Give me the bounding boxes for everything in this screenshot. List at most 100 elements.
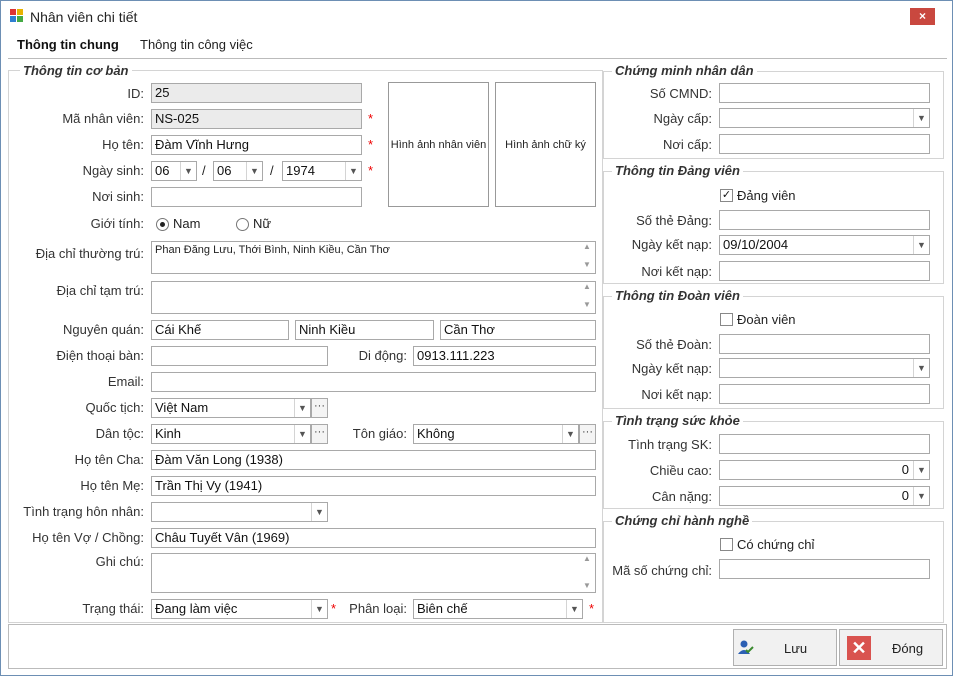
- mobile-label: Di động:: [358, 348, 407, 363]
- chevron-down-icon: ▼: [294, 399, 310, 417]
- id-field: 25: [151, 83, 362, 103]
- birthplace-field[interactable]: [151, 187, 362, 207]
- has-certificate-checkbox[interactable]: [720, 538, 733, 551]
- union-member-label[interactable]: Đoàn viên: [737, 312, 796, 327]
- id-issue-date-label: Ngày cấp:: [653, 111, 712, 126]
- nationality-more-button[interactable]: ···: [311, 398, 328, 418]
- weight-spinner[interactable]: 0 ▼: [719, 486, 930, 506]
- height-spinner[interactable]: 0 ▼: [719, 460, 930, 480]
- union-card-label: Số thẻ Đoàn:: [636, 337, 712, 352]
- chevron-down-icon: ▼: [913, 461, 929, 479]
- scrollbar: ▲ ▼: [583, 242, 591, 269]
- home-phone-label: Điện thoại bàn:: [56, 348, 144, 363]
- party-card-field[interactable]: [719, 210, 930, 230]
- chevron-down-icon: ▼: [913, 487, 929, 505]
- title-bar: Nhân viên chi tiết ×: [1, 1, 952, 33]
- union-join-place-field[interactable]: [719, 384, 930, 404]
- scrollbar: ▲ ▼: [583, 282, 591, 309]
- window-close-button[interactable]: ×: [910, 8, 935, 25]
- union-join-date-label: Ngày kết nạp:: [631, 361, 712, 376]
- marital-status-select[interactable]: ▼: [151, 502, 328, 522]
- dob-label: Ngày sinh:: [82, 163, 144, 178]
- origin-province-field[interactable]: Cần Thơ: [440, 320, 596, 340]
- ethnic-more-button[interactable]: ···: [311, 424, 328, 444]
- id-issue-date-select[interactable]: ▼: [719, 108, 930, 128]
- health-status-field[interactable]: [719, 434, 930, 454]
- save-button[interactable]: Lưu: [733, 629, 837, 666]
- status-label: Trạng thái:: [82, 601, 144, 616]
- status-select[interactable]: Đang làm việc ▼: [151, 599, 328, 619]
- party-card-label: Số thẻ Đảng:: [636, 213, 712, 228]
- dob-year-select[interactable]: 1974 ▼: [282, 161, 362, 181]
- union-join-date-select[interactable]: ▼: [719, 358, 930, 378]
- party-member-checkbox[interactable]: ✓: [720, 189, 733, 202]
- mobile-field[interactable]: 0913.111.223: [413, 346, 596, 366]
- signature-image-box[interactable]: Hình ảnh chữ ký: [495, 82, 596, 207]
- spouse-field[interactable]: Châu Tuyết Vân (1969): [151, 528, 596, 548]
- chevron-down-icon: ▼: [913, 109, 929, 127]
- mother-field[interactable]: Trần Thị Vy (1941): [151, 476, 596, 496]
- origin-ward-field[interactable]: Cái Khế: [151, 320, 289, 340]
- employee-photo-box[interactable]: Hình ảnh nhân viên: [388, 82, 489, 207]
- email-field[interactable]: [151, 372, 596, 392]
- union-title: Thông tin Đoàn viên: [612, 288, 743, 303]
- certificate-code-field[interactable]: [719, 559, 930, 579]
- id-label: ID:: [127, 86, 144, 101]
- required-mark: *: [368, 111, 374, 126]
- id-issue-place-field[interactable]: [719, 134, 930, 154]
- tab-divider: [8, 58, 947, 59]
- chevron-down-icon: ▼: [566, 600, 582, 618]
- chevron-down-icon: ▼: [913, 359, 929, 377]
- note-field[interactable]: ▲ ▼: [151, 553, 596, 593]
- gender-female-radio[interactable]: [236, 218, 249, 231]
- union-member-checkbox[interactable]: [720, 313, 733, 326]
- gender-female-label[interactable]: Nữ: [253, 216, 271, 231]
- father-label: Họ tên Cha:: [74, 452, 144, 467]
- category-label: Phân loại:: [349, 601, 407, 616]
- close-button-label: Đóng: [892, 641, 924, 656]
- dob-day-select[interactable]: 06 ▼: [151, 161, 197, 181]
- nationality-select[interactable]: Việt Nam ▼: [151, 398, 311, 418]
- app-icon: [10, 9, 23, 22]
- close-button[interactable]: ✕ Đóng: [839, 629, 943, 666]
- gender-male-label[interactable]: Nam: [173, 216, 200, 231]
- temporary-address-field[interactable]: ▲ ▼: [151, 281, 596, 314]
- chevron-down-icon: ▼: [294, 425, 310, 443]
- required-mark: *: [331, 601, 337, 616]
- chevron-down-icon: ▼: [311, 503, 327, 521]
- origin-district-field[interactable]: Ninh Kiều: [295, 320, 434, 340]
- chevron-down-icon: ▼: [311, 600, 327, 618]
- gender-male-radio[interactable]: [156, 218, 169, 231]
- union-card-field[interactable]: [719, 334, 930, 354]
- father-field[interactable]: Đàm Văn Long (1938): [151, 450, 596, 470]
- employee-detail-window: Nhân viên chi tiết × Thông tin chung Thô…: [0, 0, 953, 676]
- religion-label: Tôn giáo:: [352, 426, 407, 441]
- save-button-label: Lưu: [784, 641, 808, 656]
- origin-label: Nguyên quán:: [63, 322, 144, 337]
- mother-label: Họ tên Mẹ:: [80, 478, 144, 493]
- tab-work-info[interactable]: Thông tin công việc: [134, 37, 259, 59]
- ethnic-label: Dân tộc:: [95, 426, 144, 441]
- employee-code-field[interactable]: NS-025: [151, 109, 362, 129]
- home-phone-field[interactable]: [151, 346, 328, 366]
- party-member-label[interactable]: Đảng viên: [737, 188, 796, 203]
- health-status-label: Tình trạng SK:: [628, 437, 712, 452]
- user-save-icon: [738, 640, 754, 654]
- dob-month-select[interactable]: 06 ▼: [213, 161, 263, 181]
- name-field[interactable]: Đàm Vĩnh Hưng: [151, 135, 362, 155]
- has-certificate-label[interactable]: Có chứng chỉ: [737, 537, 814, 552]
- id-number-field[interactable]: [719, 83, 930, 103]
- category-select[interactable]: Biên chế ▼: [413, 599, 583, 619]
- chevron-down-icon: ▼: [562, 425, 578, 443]
- chevron-down-icon: ▼: [246, 162, 262, 180]
- party-join-place-field[interactable]: [719, 261, 930, 281]
- gender-label: Giới tính:: [90, 216, 144, 231]
- religion-select[interactable]: Không ▼: [413, 424, 579, 444]
- ethnic-select[interactable]: Kinh ▼: [151, 424, 311, 444]
- height-label: Chiều cao:: [649, 463, 712, 478]
- party-join-date-select[interactable]: 09/10/2004 ▼: [719, 235, 930, 255]
- id-number-label: Số CMND:: [649, 86, 712, 101]
- chevron-down-icon: ▼: [345, 162, 361, 180]
- permanent-address-field[interactable]: Phan Đăng Lưu, Thới Bình, Ninh Kiều, Cần…: [151, 241, 596, 274]
- religion-more-button[interactable]: ···: [579, 424, 596, 444]
